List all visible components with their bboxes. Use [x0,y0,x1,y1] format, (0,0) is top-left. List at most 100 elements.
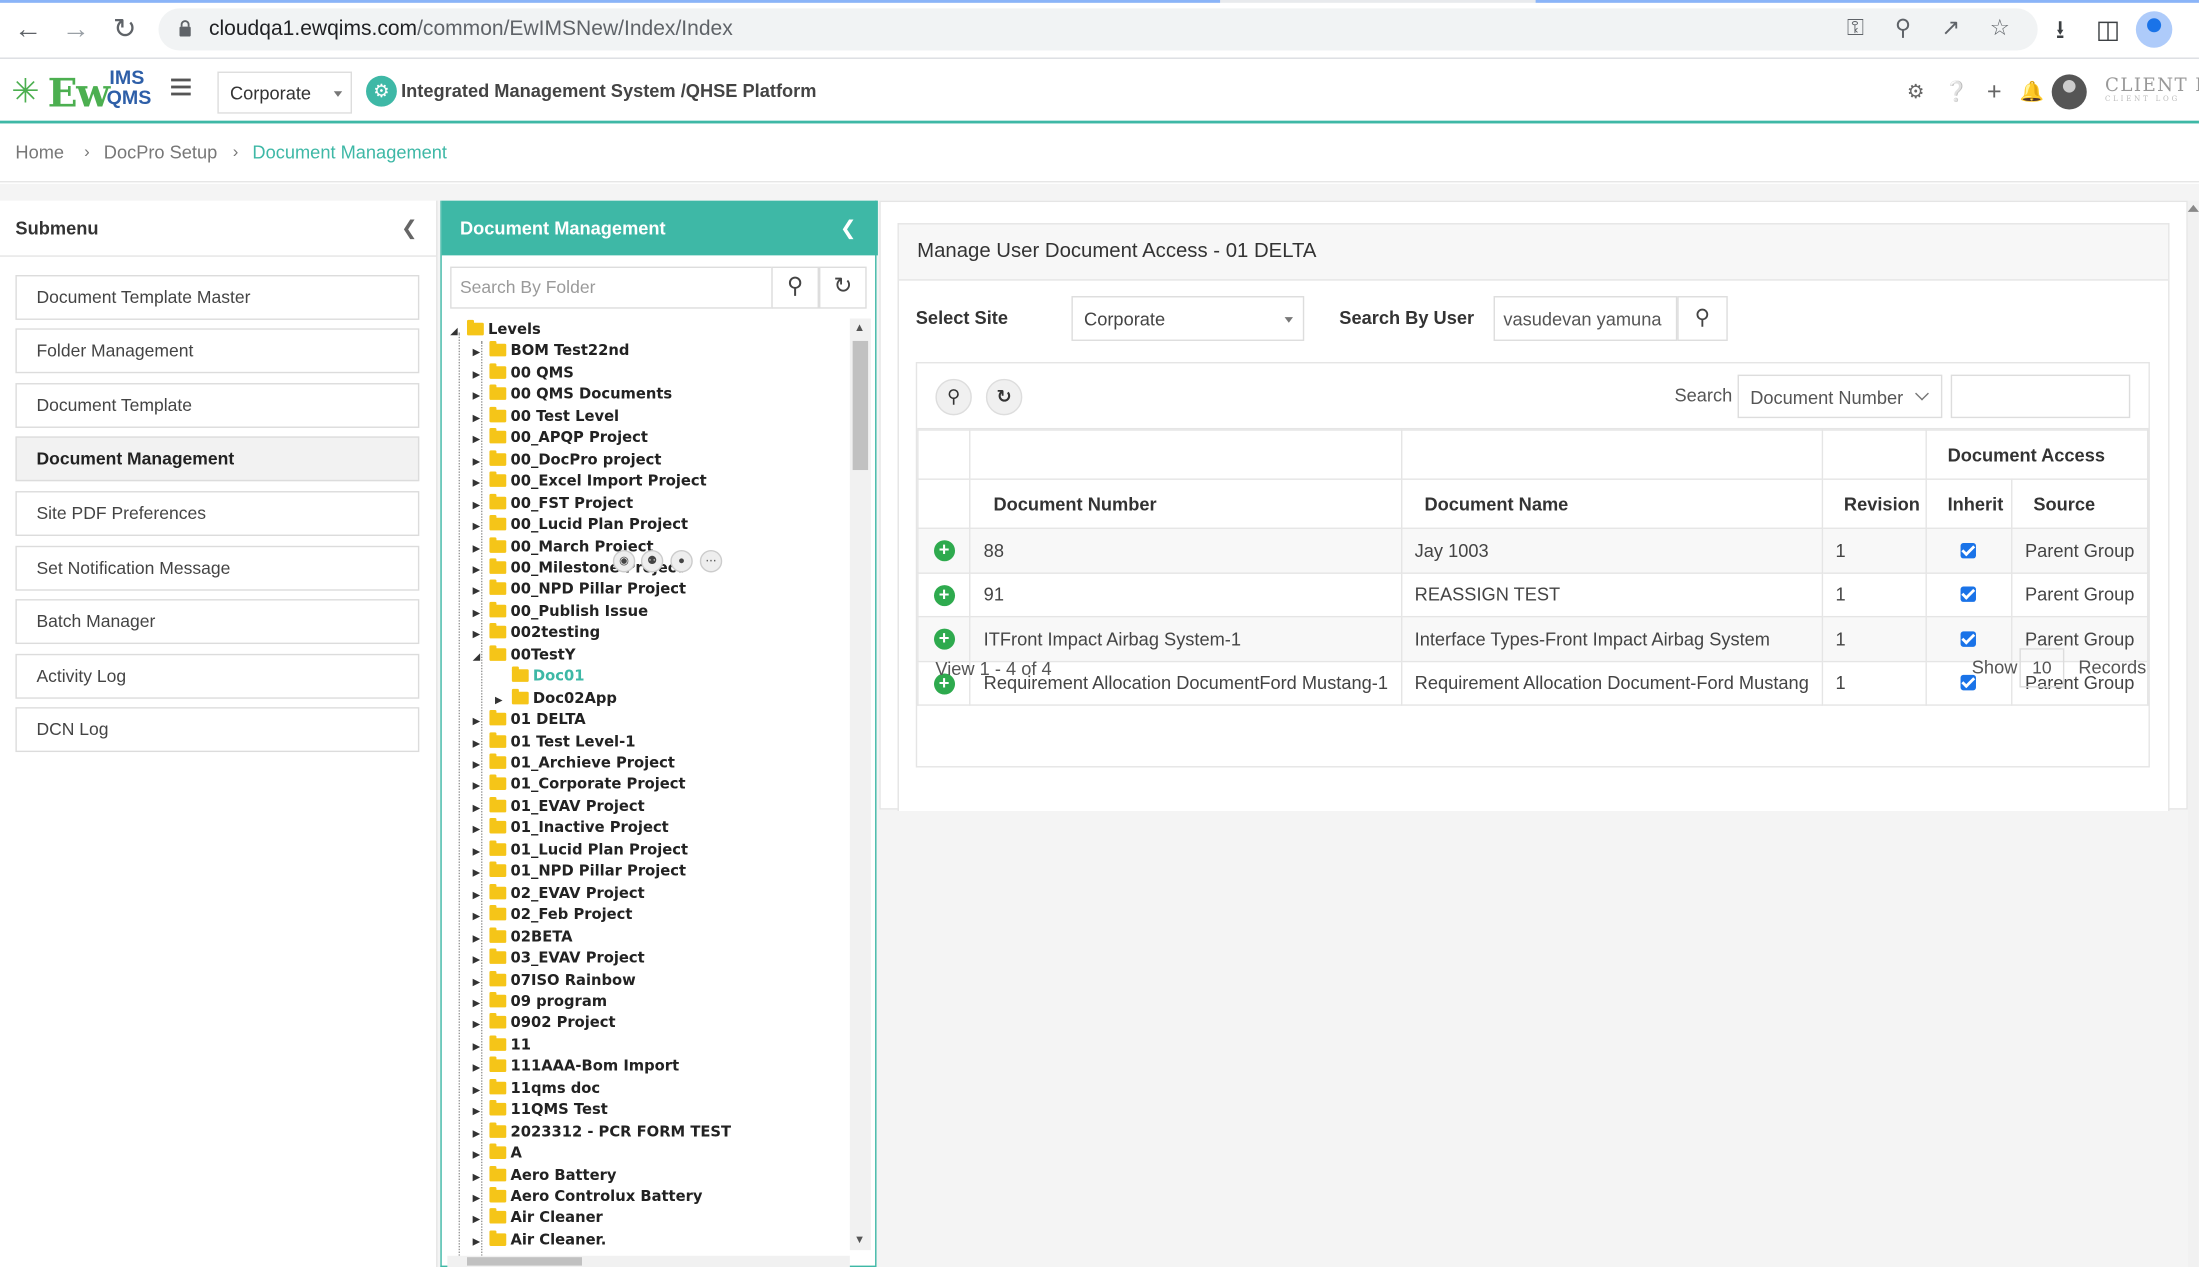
expand-arrow-icon[interactable]: ▶ [473,1214,487,1225]
expand-arrow-icon[interactable]: ▶ [473,867,487,878]
scrollbar-thumb[interactable] [466,1257,582,1266]
download-icon[interactable]: ⭳ [2043,13,2077,47]
tree-folder[interactable]: ▶ 002testing [473,623,600,646]
expand-arrow-icon[interactable]: ▶ [473,412,487,423]
expand-arrow-icon[interactable]: ▶ [473,1149,487,1160]
users-group-icon[interactable]: ⚉ [640,550,664,573]
expand-arrow-icon[interactable]: ▶ [473,347,487,358]
expand-arrow-icon[interactable]: ▶ [473,521,487,532]
tree-folder[interactable]: ▶ 07ISO Rainbow [473,970,636,993]
tree-folder[interactable]: ▶ 11qms doc [473,1078,600,1101]
help-icon[interactable]: ❔ [1944,79,1969,104]
expand-arrow-icon[interactable]: ▶ [473,369,487,380]
expand-arrow-icon[interactable]: ▶ [473,1106,487,1117]
tree-folder[interactable]: ▶ 00_NPD Pillar Project [473,580,686,602]
tree-folder[interactable]: ▶ 02BETA [473,926,573,949]
expand-arrow-icon[interactable]: ▶ [473,1236,487,1247]
side-panel-icon[interactable]: ◫ [2091,13,2125,47]
header-site-select[interactable]: Corporate [217,71,353,114]
expand-arrow-icon[interactable]: ▶ [473,824,487,835]
ewqims-logo[interactable]: ✳ Ew IMS QMS [11,67,151,116]
key-icon[interactable]: ⚿ [1840,15,1871,43]
scroll-down-arrow-icon[interactable]: ▼ [854,1233,865,1246]
expand-arrow-icon[interactable]: ▶ [473,1171,487,1182]
tree-folder[interactable]: ▶ 111AAA-Bom Import [473,1056,679,1079]
address-bar[interactable]: cloudqa1.ewqims.com/common/EwIMSNew/Inde… [158,8,2038,51]
tree-folder[interactable]: ▶ 00_FST Project [473,493,633,516]
forward-arrow-icon[interactable]: → [59,13,93,47]
expand-arrow-icon[interactable]: ▶ [473,586,487,597]
expand-arrow-icon[interactable]: ▶ [473,716,487,727]
folder-search-input[interactable] [450,266,773,309]
expand-arrow-icon[interactable]: ▶ [473,932,487,943]
expand-arrow-icon[interactable]: ▶ [473,737,487,748]
submenu-item-set-notification-message[interactable]: Set Notification Message [15,545,420,591]
expand-arrow-icon[interactable]: ▶ [473,1128,487,1139]
refresh-icon[interactable]: ↻ [819,266,867,309]
submenu-item-activity-log[interactable]: Activity Log [15,653,420,699]
expand-arrow-icon[interactable]: ▶ [473,434,487,445]
expand-arrow-icon[interactable]: ▶ [473,542,487,553]
expand-arrow-icon[interactable]: ▶ [473,607,487,618]
tree-folder[interactable]: ▶ 2023312 - PCR FORM TEST [473,1121,731,1144]
more-options-icon[interactable]: ⋯ [699,550,723,573]
expand-arrow-icon[interactable]: ▶ [473,976,487,987]
tree-folder[interactable]: ▶ A [473,1143,522,1166]
tree-folder[interactable]: ▶ 03_EVAV Project [473,948,645,971]
user-search-input[interactable]: vasudevan yamuna [1493,296,1678,341]
inherit-checkbox[interactable] [1961,586,1977,603]
tree-folder[interactable]: ▶ 0902 Project [473,1013,616,1036]
tree-folder[interactable]: ▶ 01_Corporate Project [473,775,686,798]
page-size-input[interactable]: 10 [2019,648,2065,688]
back-arrow-icon[interactable]: ← [11,13,45,47]
expand-arrow-icon[interactable]: ▶ [495,694,509,705]
submenu-item-dcn-log[interactable]: DCN Log [15,707,420,753]
scroll-up-arrow-icon[interactable]: ▲ [854,321,865,334]
expand-arrow-icon[interactable]: ▶ [473,1193,487,1204]
tree-folder[interactable]: ▶ 02_EVAV Project [473,883,645,906]
tree-folder[interactable]: ▶ 01_Archieve Project [473,753,675,776]
expand-arrow-icon[interactable]: ▶ [473,889,487,900]
tree-folder[interactable]: ▶ 01 DELTA [473,710,586,733]
tree-folder[interactable]: ▶ Aero Battery [473,1165,616,1188]
tree-folder[interactable]: ▶ 01_EVAV Project [473,796,645,819]
inherit-checkbox[interactable] [1961,542,1977,559]
settings-gear-icon[interactable]: ⚙ [1903,79,1928,104]
expand-arrow-icon[interactable]: ▶ [473,1019,487,1030]
expand-arrow-icon[interactable]: ▶ [473,1063,487,1074]
col-inherit[interactable]: Inherit [1925,478,2013,529]
expand-arrow-icon[interactable]: ▶ [473,564,487,575]
expand-arrow-icon[interactable]: ◢ [450,326,464,337]
scroll-up-arrow-icon[interactable] [2187,204,2199,212]
expand-arrow-icon[interactable]: ▶ [473,1084,487,1095]
tree-folder[interactable]: ▶ 00_Lucid Plan Project [473,515,688,537]
expand-arrow-icon[interactable]: ▶ [473,629,487,640]
globe-icon[interactable]: ◉ [612,550,636,573]
expand-arrow-icon[interactable]: ▶ [473,456,487,467]
tree-root-levels[interactable]: ◢ Levels [450,319,541,342]
submenu-item-document-management[interactable]: Document Management [15,436,420,482]
scrollbar-thumb[interactable] [852,340,869,471]
tree-folder[interactable]: ▶ 02_Feb Project [473,905,632,928]
tree-folder[interactable]: ▶ 00_Excel Import Project [473,471,707,494]
table-row[interactable]: +88 Jay 1003 1 Parent Group [917,527,2149,574]
tree-horizontal-scrollbar[interactable] [447,1255,850,1267]
expand-arrow-icon[interactable]: ▶ [473,802,487,813]
col-document-name[interactable]: Document Name [1400,478,1823,529]
page-vertical-scrollbar[interactable] [2187,200,2199,1267]
share-icon[interactable]: ↗ [1935,15,1966,43]
tree-folder[interactable]: ▶ 01 Test Level-1 [473,731,635,754]
folder-search-icon[interactable]: ⚲ [771,266,820,309]
add-plus-icon[interactable]: + [1982,79,2007,104]
tree-folder[interactable]: ▶ 09 program [473,991,607,1014]
tree-folder[interactable]: ◢ 00TestY [473,645,576,667]
expand-arrow-icon[interactable]: ▶ [473,998,487,1009]
tree-folder[interactable]: ▶ 00_Publish Issue [473,601,648,624]
tree-folder[interactable]: ▶ 00 QMS Documents [473,384,672,407]
expand-arrow-icon[interactable]: ▶ [473,781,487,792]
expand-arrow-icon[interactable]: ▶ [473,477,487,488]
add-plus-icon[interactable]: + [933,540,955,562]
expand-arrow-icon[interactable]: ▶ [473,846,487,857]
tree-folder[interactable]: ▶ 00 Test Level [473,406,619,429]
zoom-icon[interactable]: ⚲ [1888,15,1919,43]
